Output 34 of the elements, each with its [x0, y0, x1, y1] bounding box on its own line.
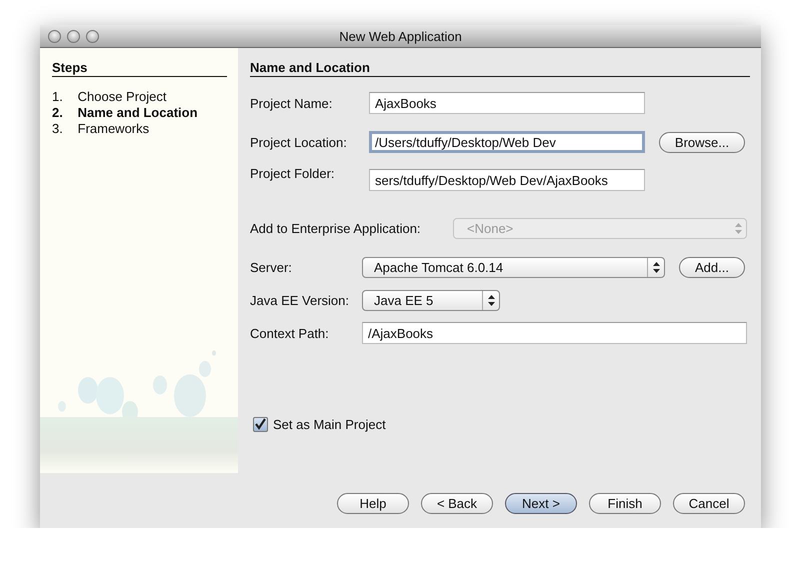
dropdown[interactable]: Apache Tomcat 6.0.14: [362, 256, 665, 278]
input-field[interactable]: /Users/tduffy/Desktop/Web Dev: [369, 131, 645, 153]
field-label: Project Folder:: [250, 166, 336, 181]
field-label: Server:: [250, 260, 293, 274]
step-item[interactable]: 3. Frameworks: [52, 121, 227, 137]
steps-heading: Steps: [52, 60, 227, 77]
up-down-arrows-icon: [734, 222, 742, 234]
checkbox-label: Set as Main Project: [273, 417, 386, 432]
dropdown[interactable]: Java EE 5: [362, 290, 500, 310]
dialog-button[interactable]: Next >: [505, 493, 577, 514]
step-item[interactable]: 1. Choose Project: [52, 89, 227, 105]
dialog-button[interactable]: < Back: [421, 493, 493, 514]
dialog-button[interactable]: Help: [337, 493, 409, 514]
field-label: Project Name:: [250, 96, 334, 110]
dialog-button[interactable]: Cancel: [673, 493, 745, 514]
step-item[interactable]: 2. Name and Location: [52, 105, 227, 121]
field-label: Project Location:: [250, 134, 348, 150]
input-field[interactable]: sers/tduffy/Desktop/Web Dev/AjaxBooks: [369, 169, 645, 191]
checkbox[interactable]: [253, 417, 268, 432]
window-title: New Web Application: [339, 28, 462, 44]
browse-button[interactable]: Add...: [679, 256, 745, 278]
input-field[interactable]: /AjaxBooks: [362, 322, 747, 344]
input-field[interactable]: AjaxBooks: [369, 92, 645, 114]
minimize-button[interactable]: [67, 30, 80, 42]
field-label: Add to Enterprise Application:: [250, 220, 422, 236]
panel-heading: Name and Location: [250, 60, 750, 77]
dialog-button[interactable]: Finish: [589, 493, 661, 514]
field-label: Context Path:: [250, 326, 330, 340]
up-down-arrows-icon: [488, 294, 494, 306]
field-label: Java EE Version:: [250, 292, 350, 308]
browse-button[interactable]: Browse...: [659, 132, 745, 152]
close-button[interactable]: [48, 30, 61, 42]
zoom-button[interactable]: [86, 30, 99, 42]
up-down-arrows-icon: [652, 262, 660, 272]
